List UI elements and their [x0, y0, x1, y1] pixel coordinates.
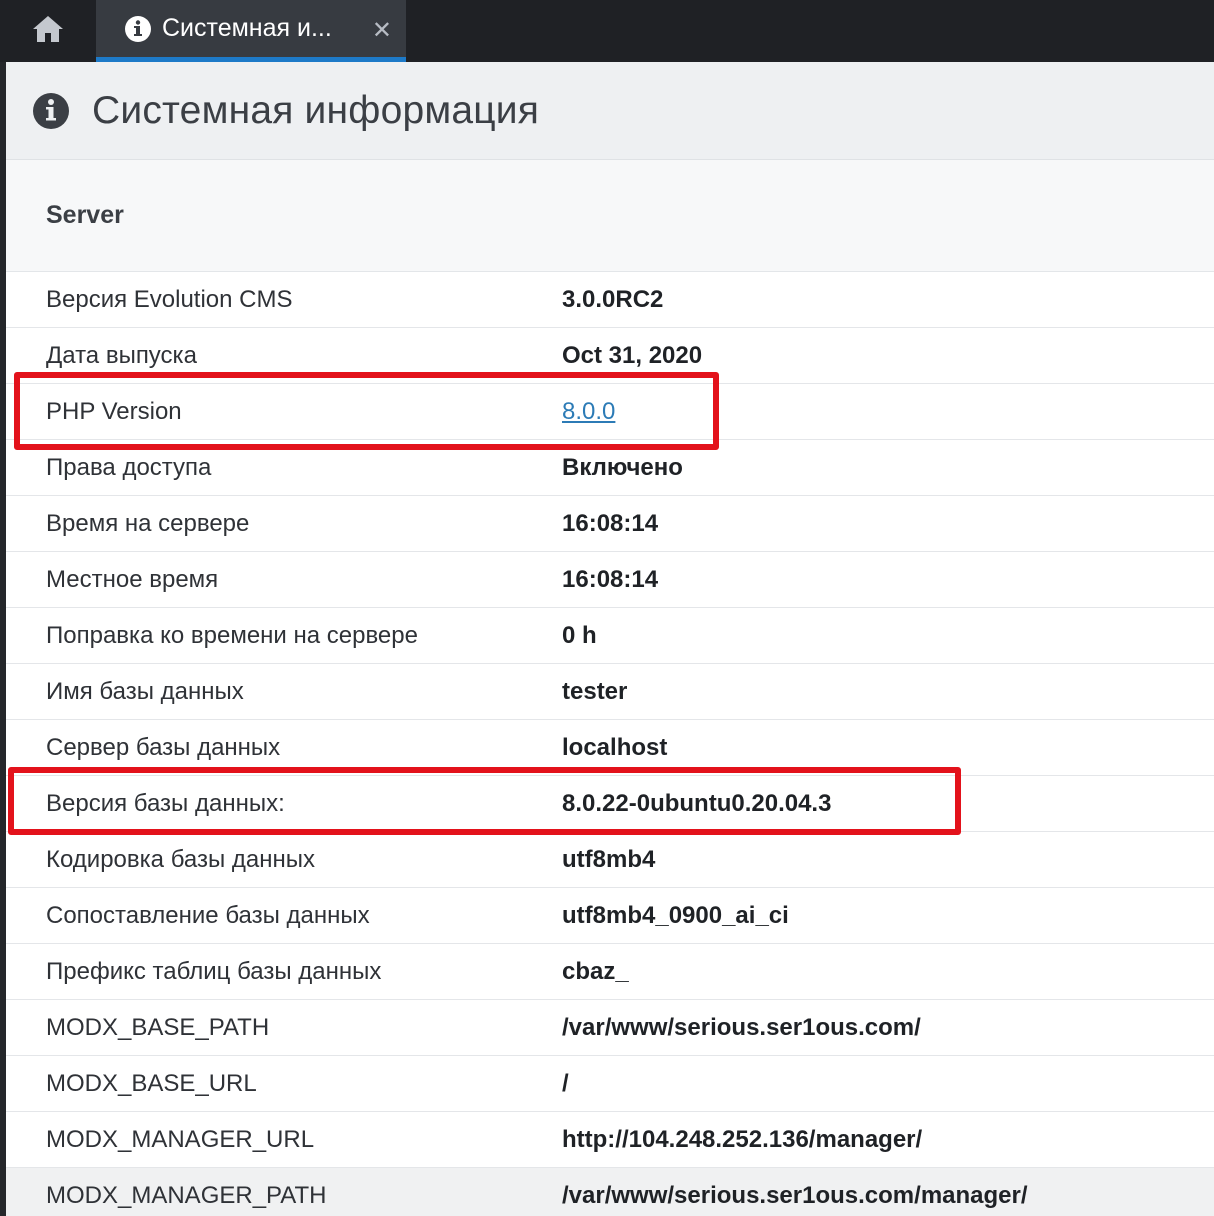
- table-row: Сопоставление базы данных utf8mb4_0900_a…: [6, 888, 1214, 944]
- row-label: Дата выпуска: [46, 341, 197, 369]
- tab-system-info[interactable]: Системная и... ✕: [96, 0, 406, 62]
- row-value: 16:08:14: [562, 565, 659, 593]
- section-header: Server: [6, 160, 1214, 272]
- php-version-link[interactable]: 8.0.0: [562, 398, 615, 425]
- row-value: 3.0.0RC2: [562, 285, 664, 313]
- row-value: cbaz_: [562, 957, 629, 985]
- row-value: localhost: [562, 733, 668, 761]
- row-label: Кодировка базы данных: [46, 845, 316, 873]
- home-tab[interactable]: [0, 0, 96, 62]
- row-label: Поправка ко времени на сервере: [46, 621, 418, 649]
- row-value: /var/www/serious.ser1ous.com/: [562, 1013, 921, 1041]
- row-label: Версия Evolution CMS: [46, 285, 293, 313]
- row-value: tester: [562, 677, 628, 705]
- table-row: MODX_BASE_PATH /var/www/serious.ser1ous.…: [6, 1000, 1214, 1056]
- row-label: Время на сервере: [46, 509, 250, 537]
- table-row: Имя базы данных tester: [6, 664, 1214, 720]
- app-window: Системная и... ✕ Системная информация Se…: [0, 0, 1214, 1216]
- server-info-table: Версия Evolution CMS 3.0.0RC2 Дата выпус…: [6, 272, 1214, 1216]
- section-title: Server: [46, 201, 124, 229]
- table-row: MODX_BASE_URL /: [6, 1056, 1214, 1112]
- row-label: Имя базы данных: [46, 677, 244, 705]
- page-header: Системная информация: [6, 62, 1214, 160]
- row-value: 0 h: [562, 621, 597, 649]
- main-content: Системная информация Server Версия Evolu…: [6, 62, 1214, 1216]
- row-value: utf8mb4: [562, 845, 656, 873]
- table-row: Местное время 16:08:14: [6, 552, 1214, 608]
- table-row: PHP Version 8.0.0: [6, 384, 1214, 440]
- tab-title: Системная и...: [162, 14, 332, 42]
- table-row: Версия Evolution CMS 3.0.0RC2: [6, 272, 1214, 328]
- table-row: Версия базы данных: 8.0.22-0ubuntu0.20.0…: [6, 776, 1214, 832]
- close-icon[interactable]: ✕: [372, 19, 392, 43]
- row-label: Сопоставление базы данных: [46, 901, 370, 929]
- row-label: MODX_MANAGER_PATH: [46, 1181, 327, 1209]
- table-row: MODX_MANAGER_PATH /var/www/serious.ser1o…: [6, 1168, 1214, 1216]
- row-label: Версия базы данных:: [46, 789, 285, 817]
- page-title: Системная информация: [92, 88, 540, 132]
- row-label: Права доступа: [46, 453, 212, 481]
- row-value: 8.0.0: [562, 398, 615, 426]
- tab-bar: Системная и... ✕: [0, 0, 1214, 62]
- row-value: Включено: [562, 453, 683, 481]
- row-label: Сервер базы данных: [46, 733, 281, 761]
- table-row: Права доступа Включено: [6, 440, 1214, 496]
- row-value: Oct 31, 2020: [562, 341, 703, 369]
- home-icon: [31, 14, 65, 49]
- row-label: MODX_MANAGER_URL: [46, 1125, 315, 1153]
- table-row: MODX_MANAGER_URL http://104.248.252.136/…: [6, 1112, 1214, 1168]
- row-label: Префикс таблиц базы данных: [46, 957, 382, 985]
- row-value: 8.0.22-0ubuntu0.20.04.3: [562, 789, 832, 817]
- row-value: http://104.248.252.136/manager/: [562, 1125, 923, 1153]
- row-label: PHP Version: [46, 397, 182, 425]
- row-label: MODX_BASE_PATH: [46, 1013, 270, 1041]
- row-value: /var/www/serious.ser1ous.com/manager/: [562, 1181, 1028, 1209]
- table-row: Дата выпуска Oct 31, 2020: [6, 328, 1214, 384]
- info-circle-icon: [32, 92, 70, 130]
- table-row: Поправка ко времени на сервере 0 h: [6, 608, 1214, 664]
- table-row: Кодировка базы данных utf8mb4: [6, 832, 1214, 888]
- row-label: MODX_BASE_URL: [46, 1069, 257, 1097]
- table-row: Префикс таблиц базы данных cbaz_: [6, 944, 1214, 1000]
- row-label: Местное время: [46, 565, 219, 593]
- row-value: 16:08:14: [562, 509, 659, 537]
- row-value: /: [562, 1069, 569, 1097]
- table-row: Сервер базы данных localhost: [6, 720, 1214, 776]
- table-row: Время на сервере 16:08:14: [6, 496, 1214, 552]
- row-value: utf8mb4_0900_ai_ci: [562, 901, 789, 929]
- info-icon: [124, 15, 152, 43]
